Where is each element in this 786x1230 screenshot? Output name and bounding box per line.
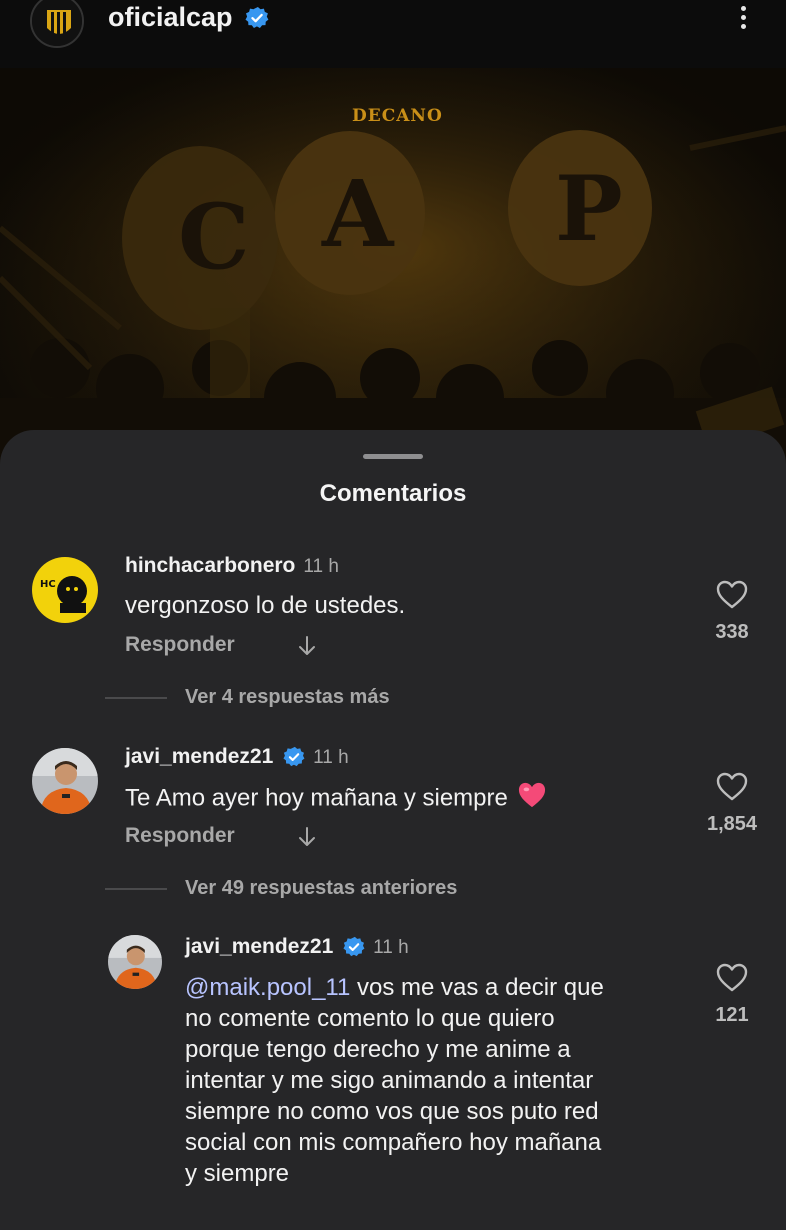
reply-text-line: porque tengo derecho y me anime a <box>185 1036 571 1063</box>
view-previous-replies[interactable]: Ver 49 respuestas anteriores <box>185 877 457 900</box>
avatar-monogram: HC <box>40 579 56 590</box>
avatar[interactable]: HC <box>32 557 98 623</box>
reply-text: @maik.pool_11 vos me vas a decir que no … <box>185 972 695 1189</box>
verified-badge-icon <box>283 747 305 767</box>
arrow-down-icon[interactable] <box>296 635 318 657</box>
like-count: 121 <box>715 1004 749 1026</box>
account-username[interactable]: oficialcap <box>108 2 233 33</box>
comment-time: 11 h <box>303 556 339 577</box>
account-avatar[interactable] <box>30 0 84 48</box>
arrow-down-icon[interactable] <box>296 826 318 848</box>
svg-text:C: C <box>178 184 250 290</box>
sheet-title: Comentarios <box>319 480 467 507</box>
comment-username[interactable]: javi_mendez21 11 h <box>125 745 349 769</box>
avatar[interactable] <box>108 935 162 989</box>
comment-text: vergonzoso lo de ustedes. <box>125 592 406 619</box>
svg-text:A: A <box>321 160 395 268</box>
comment-text-body: Te Amo ayer hoy mañana y siempre <box>125 784 508 812</box>
post-header: oficialcap <box>0 0 786 68</box>
sheet-drag-handle[interactable] <box>363 454 423 459</box>
comments-sheet: Comentarios HC hinchacarbonero 11 h vergo… <box>0 430 786 1230</box>
view-more-replies[interactable]: Ver 4 respuestas más <box>185 686 390 709</box>
more-options-icon[interactable] <box>728 2 758 38</box>
reply-text-line: no comente comento lo que quiero <box>185 1005 555 1032</box>
comment-text: Te Amo ayer hoy mañana y siempre <box>125 781 547 817</box>
reply-text-line: siempre no como vos que sos puto red <box>185 1098 599 1125</box>
crowd-illustration: C A P <box>0 68 786 468</box>
reply-text-line: intentar y me sigo animando a intentar <box>185 1067 594 1094</box>
like-count: 1,854 <box>706 813 758 835</box>
reply-button[interactable]: Responder <box>125 824 235 848</box>
verified-badge-icon <box>245 7 269 28</box>
reply-text-line: y siempre <box>185 1160 290 1187</box>
reply-text-segment: vos me vas a decir que <box>350 974 604 1001</box>
post-image[interactable]: C A P DECANO <box>0 68 786 468</box>
reply-time: 11 h <box>373 937 409 958</box>
divider-line <box>105 697 167 699</box>
like-heart-icon[interactable] <box>716 772 748 802</box>
divider-line <box>105 888 167 890</box>
mention-link[interactable]: @maik.pool_11 <box>185 974 350 1001</box>
like-count: 338 <box>715 621 749 643</box>
comment-username-text[interactable]: hinchacarbonero <box>125 554 295 577</box>
reply-button[interactable]: Responder <box>125 633 235 657</box>
avatar[interactable] <box>32 748 98 814</box>
comment-username-text[interactable]: javi_mendez21 <box>125 745 273 768</box>
reply-text-line: social con mis compañero hoy mañana <box>185 1129 602 1156</box>
comment-time: 11 h <box>313 747 349 768</box>
comment-username[interactable]: hinchacarbonero 11 h <box>125 554 339 578</box>
verified-badge-icon <box>343 937 365 957</box>
heart-emoji-icon <box>517 781 547 817</box>
reply-username[interactable]: javi_mendez21 11 h <box>185 935 409 959</box>
reply-username-text[interactable]: javi_mendez21 <box>185 935 333 958</box>
like-heart-icon[interactable] <box>716 580 748 610</box>
banner-text: DECANO <box>352 106 443 126</box>
reply-text-line: @maik.pool_11 vos me vas a decir que <box>185 972 695 1003</box>
svg-text:P: P <box>555 156 623 262</box>
like-heart-icon[interactable] <box>716 963 748 993</box>
